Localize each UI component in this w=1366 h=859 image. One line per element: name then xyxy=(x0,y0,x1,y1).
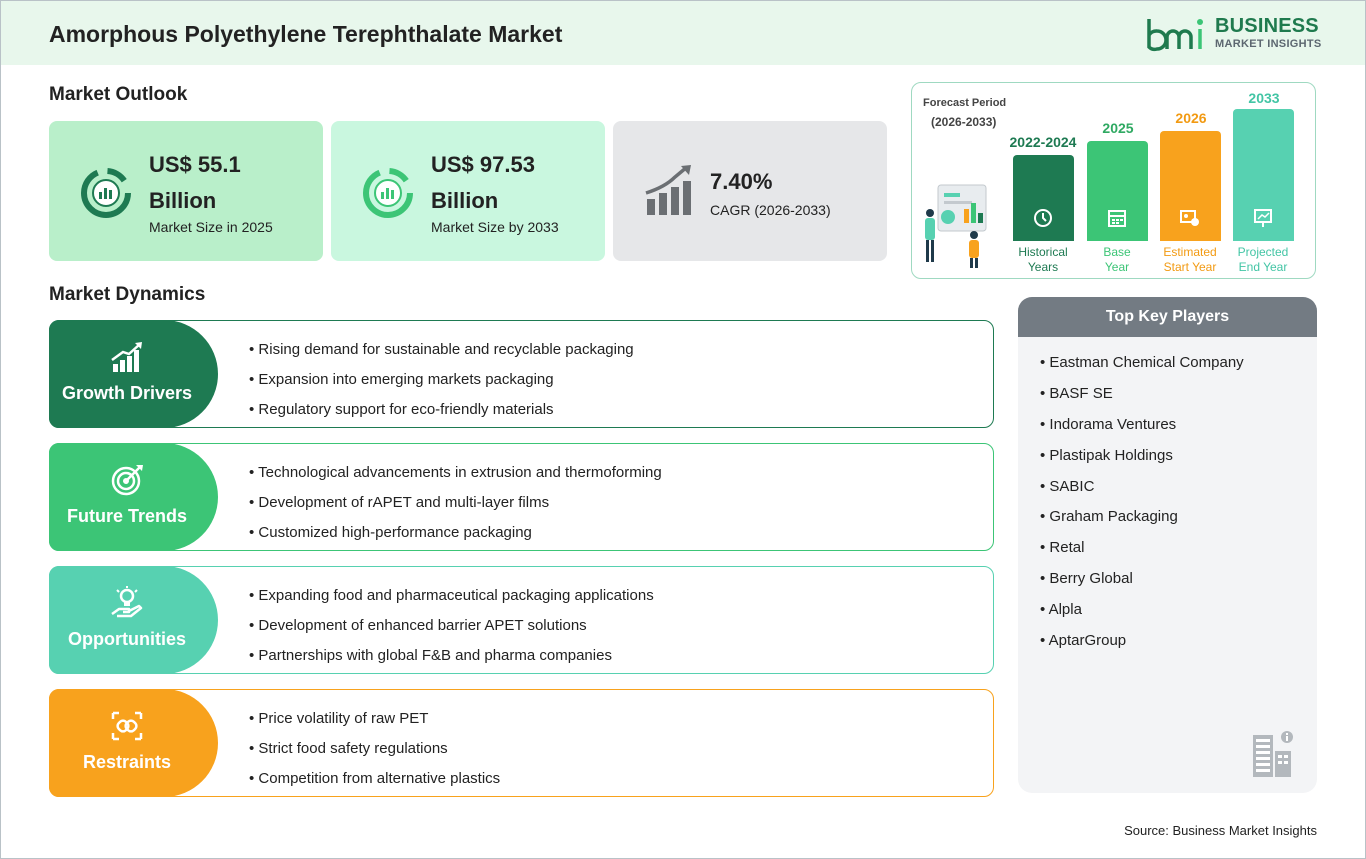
list-item: • Development of rAPET and multi-layer f… xyxy=(249,494,550,511)
kpi-value: 7.40% xyxy=(710,169,773,194)
list-item: • Regulatory support for eco-friendly ma… xyxy=(249,401,554,418)
list-item: • Competition from alternative plastics xyxy=(249,770,501,787)
player-item: • Berry Global xyxy=(1040,570,1133,588)
player-item: • Graham Packaging xyxy=(1040,508,1178,526)
list-item: • Expanding food and pharmaceutical pack… xyxy=(249,587,654,604)
broken-link-icon xyxy=(111,711,143,741)
dynamics-pill: Future Trends xyxy=(49,443,218,551)
target-icon xyxy=(111,465,143,496)
key-players-heading: Top Key Players xyxy=(1018,297,1317,337)
company-logo: BUSINESS MARKET INSIGHTS xyxy=(1145,15,1325,53)
forecast-sub-estimated: Estimated Start Year xyxy=(1163,245,1217,274)
forecast-period-label: Forecast Period xyxy=(923,97,1007,109)
dynamics-row-future-trends: Future Trends • Technological advancemen… xyxy=(49,443,994,551)
dynamics-title: Restraints xyxy=(82,752,172,772)
forecast-year-estimated: 2026 xyxy=(1175,110,1207,126)
market-dynamics-heading: Market Dynamics xyxy=(49,284,206,305)
kpi-label: Market Size in 2025 xyxy=(149,219,273,235)
player-item: • Eastman Chemical Company xyxy=(1040,354,1244,371)
source-note: Source: Business Market Insights xyxy=(1124,823,1317,838)
page-title: Amorphous Polyethylene Terephthalate Mar… xyxy=(49,21,563,47)
calendar-icon xyxy=(1108,210,1126,227)
list-item: • Rising demand for sustainable and recy… xyxy=(249,341,634,358)
dynamics-list: • Expanding food and pharmaceutical pack… xyxy=(249,586,654,676)
kpi-card-market-size-2025: US$ 55.1 Billion Market Size in 2025 xyxy=(49,121,323,261)
dynamics-row-opportunities: Opportunities • Expanding food and pharm… xyxy=(49,566,994,674)
player-item: • BASF SE xyxy=(1040,384,1113,402)
dynamics-title: Opportunities xyxy=(68,629,186,649)
kpi-card-cagr: 7.40% CAGR (2026-2033) xyxy=(613,121,887,261)
lightbulb-hand-icon xyxy=(111,586,143,618)
forecast-bar-historical xyxy=(1013,155,1074,241)
kpi-label: Market Size by 2033 xyxy=(431,219,559,235)
kpi-value: US$ 97.53 Billion xyxy=(431,152,535,213)
pie-chart-icon xyxy=(81,168,131,218)
dynamics-list: • Price volatility of raw PET • Strict f… xyxy=(249,709,500,799)
growth-bars-icon xyxy=(111,342,142,372)
forecast-period-panel: Forecast Period (2026-2033) 2022-2024 Hi… xyxy=(911,82,1316,279)
kpi-value: US$ 55.1 Billion xyxy=(149,152,241,213)
player-item: • Alpla xyxy=(1040,601,1082,619)
header-bar: Amorphous Polyethylene Terephthalate Mar… xyxy=(1,1,1365,65)
list-item: • Partnerships with global F&B and pharm… xyxy=(249,647,612,664)
forecast-sub-historical: Historical Years xyxy=(1018,245,1068,274)
dynamics-pill: Restraints xyxy=(49,689,218,797)
player-item: • AptarGroup xyxy=(1040,632,1127,650)
projection-icon xyxy=(1254,209,1272,227)
list-item: • Customized high-performance packaging xyxy=(249,524,532,541)
analysts-illustration-icon xyxy=(925,184,987,268)
forecast-bar-estimated xyxy=(1160,131,1221,241)
list-item: • Strict food safety regulations xyxy=(249,740,448,757)
player-item: • SABIC xyxy=(1040,477,1095,495)
dynamics-title: Future Trends xyxy=(66,506,187,526)
dynamics-pill: Growth Drivers xyxy=(49,320,218,428)
player-item: • Retal xyxy=(1040,539,1085,557)
forecast-year-projected: 2033 xyxy=(1248,90,1280,106)
forecast-period-range: (2026-2033) xyxy=(931,115,997,129)
history-icon xyxy=(1034,209,1052,227)
dynamics-row-restraints: Restraints • Price volatility of raw PET… xyxy=(49,689,994,797)
logo-text-insights: MARKET INSIGHTS xyxy=(1215,38,1322,50)
list-item: • Price volatility of raw PET xyxy=(249,710,429,727)
forecast-sub-base: Base Year xyxy=(1103,245,1131,274)
forecast-bar-base xyxy=(1087,141,1148,241)
logo-text-business: BUSINESS xyxy=(1215,15,1319,37)
dynamics-list: • Technological advancements in extrusio… xyxy=(249,463,662,553)
building-icon xyxy=(1253,731,1293,777)
list-item: • Development of enhanced barrier APET s… xyxy=(249,617,587,634)
forecast-year-historical: 2022-2024 xyxy=(1009,134,1077,150)
kpi-card-market-size-2033: US$ 97.53 Billion Market Size by 2033 xyxy=(331,121,605,261)
dynamics-pill: Opportunities xyxy=(49,566,218,674)
kpi-label: CAGR (2026-2033) xyxy=(710,202,831,218)
dynamics-row-growth-drivers: Growth Drivers • Rising demand for susta… xyxy=(49,320,994,428)
player-item: • Plastipak Holdings xyxy=(1040,446,1173,464)
dynamics-title: Growth Drivers xyxy=(61,383,193,403)
estimate-icon xyxy=(1180,210,1199,226)
forecast-bar-projected xyxy=(1233,109,1294,241)
market-outlook-heading: Market Outlook xyxy=(49,84,188,105)
growth-chart-icon xyxy=(645,165,691,215)
key-players-list: • Eastman Chemical Company • BASF SE • I… xyxy=(1040,353,1244,662)
list-item: • Expansion into emerging markets packag… xyxy=(249,371,554,388)
bmi-logo-icon xyxy=(1147,19,1203,52)
key-players-panel: Top Key Players • Eastman Chemical Compa… xyxy=(1018,297,1317,793)
pie-chart-icon xyxy=(363,168,413,218)
list-item: • Technological advancements in extrusio… xyxy=(249,464,662,481)
player-item: • Indorama Ventures xyxy=(1040,415,1177,433)
dynamics-list: • Rising demand for sustainable and recy… xyxy=(249,340,634,430)
forecast-sub-projected: Projected End Year xyxy=(1237,245,1289,274)
